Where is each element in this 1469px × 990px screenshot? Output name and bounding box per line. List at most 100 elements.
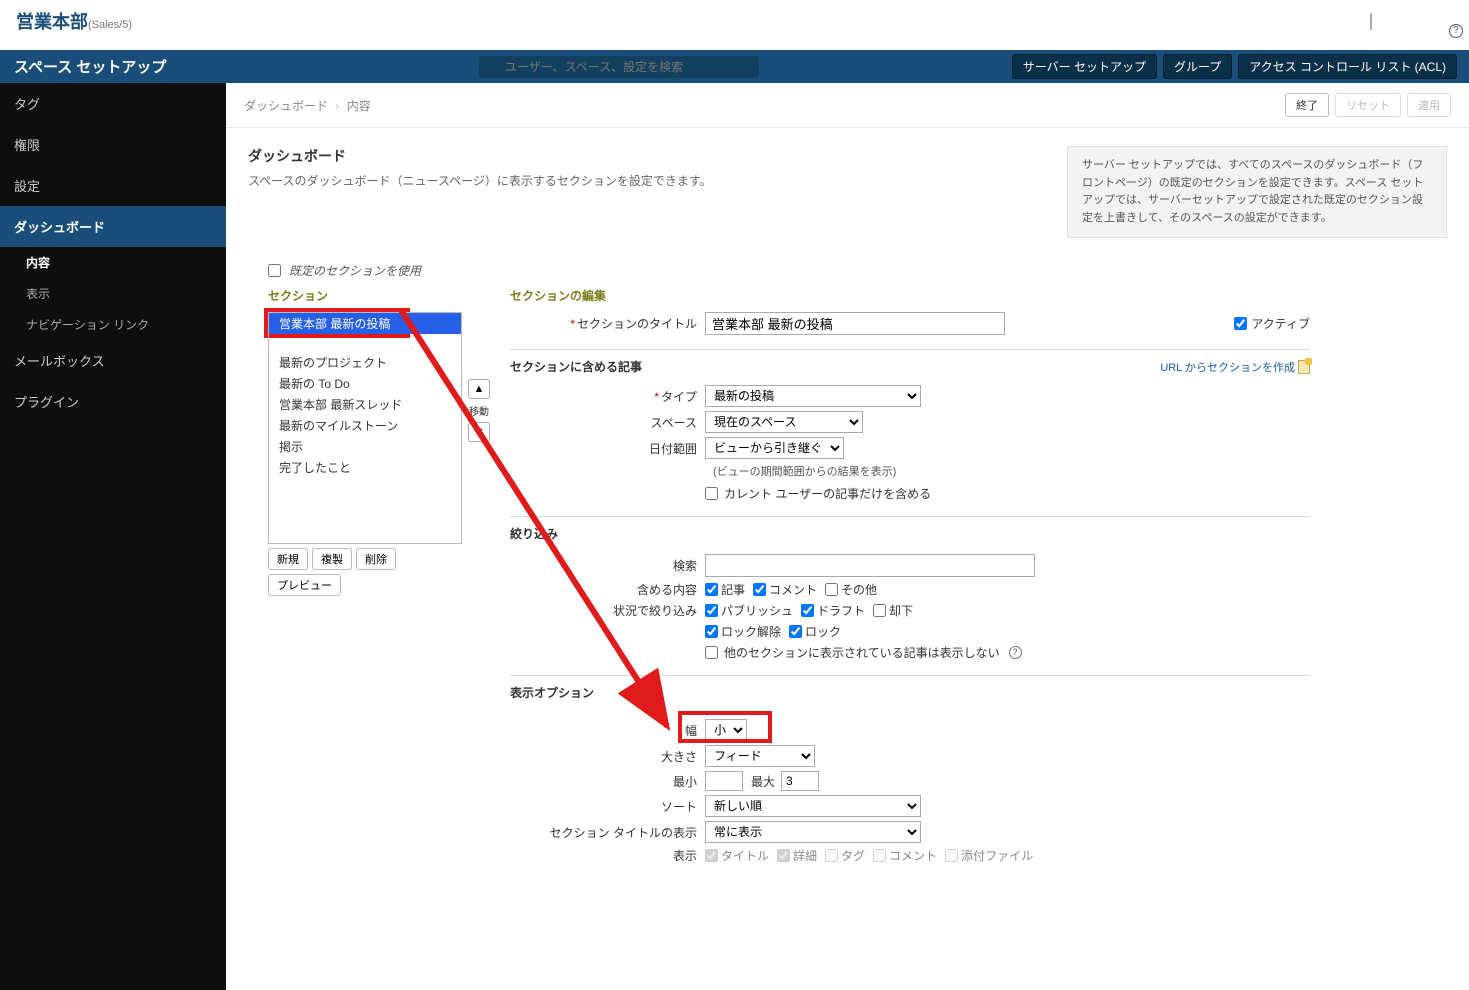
topbar: スペース セットアップ 🔍 サーバー セットアップ グループ アクセス コントロ… — [0, 50, 1469, 83]
sidebar-sub-display[interactable]: 表示 — [0, 278, 226, 309]
active-label: アクティブ — [1251, 315, 1310, 332]
status-locked-checkbox[interactable] — [789, 625, 802, 638]
sidebar-title: スペース セットアップ — [0, 56, 226, 77]
include-other-checkbox[interactable] — [825, 583, 838, 596]
sidebar-sub-contents[interactable]: 内容 — [0, 247, 226, 278]
exclude-other-sections-label: 他のセクションに表示されている記事は表示しない — [724, 644, 1000, 661]
display-label: 表示 — [510, 847, 705, 864]
filter-search-input[interactable] — [705, 554, 1035, 577]
breadcrumb: ダッシュボード › 内容 — [244, 97, 371, 114]
sidebar-item-dashboard[interactable]: ダッシュボード — [0, 206, 226, 247]
sections-header: セクション — [268, 287, 462, 304]
active-checkbox[interactable] — [1234, 317, 1247, 330]
include-articles-checkbox[interactable] — [705, 583, 718, 596]
page-icon — [1298, 360, 1310, 374]
sidebar-item-mailbox[interactable]: メールボックス — [0, 340, 226, 381]
filter-header: 絞り込み — [510, 525, 1310, 542]
sidebar: タグ 権限 設定 ダッシュボード 内容 表示 ナビゲーション リンク メールボッ… — [0, 83, 226, 990]
page-title: 営業本部(Sales/5) — [16, 8, 132, 34]
edit-header: セクションの編集 — [510, 287, 1310, 304]
include-label: 含める内容 — [510, 581, 705, 598]
type-select[interactable]: 最新の投稿 — [705, 385, 921, 407]
disp-comment-checkbox[interactable] — [873, 849, 886, 862]
status-reject-checkbox[interactable] — [873, 604, 886, 617]
breadcrumb-parent[interactable]: ダッシュボード — [244, 99, 328, 113]
space-label: スペース — [510, 414, 705, 431]
people-illustration — [1303, 8, 1453, 50]
breadcrumb-sep: › — [335, 99, 339, 113]
section-list-item[interactable]: 最新の To Do — [269, 373, 461, 394]
current-user-only-label: カレント ユーザーの記事だけを含める — [724, 485, 931, 502]
info-box: サーバー セットアップでは、すべてのスペースのダッシュボード（フロントページ）の… — [1067, 146, 1447, 238]
articles-header: セクションに含める記事 — [510, 358, 642, 375]
section-title-display-label: セクション タイトルの表示 — [510, 824, 705, 841]
acl-button[interactable]: アクセス コントロール リスト (ACL) — [1238, 54, 1457, 79]
section-list-item[interactable]: 営業本部 最新の投稿 — [269, 313, 461, 334]
section-list-item-hidden[interactable] — [269, 334, 461, 352]
disp-title-checkbox[interactable] — [705, 849, 718, 862]
section-list-item[interactable]: 最新のプロジェクト — [269, 352, 461, 373]
min-input[interactable] — [705, 771, 743, 791]
section-list[interactable]: 営業本部 最新の投稿 最新のプロジェクト 最新の To Do 営業本部 最新スレ… — [268, 312, 462, 544]
help-icon-inline[interactable]: ? — [1009, 646, 1022, 659]
preview-section-button[interactable]: プレビュー — [268, 574, 341, 596]
width-select[interactable]: 小 — [705, 719, 747, 741]
section-list-item[interactable]: 完了したこと — [269, 457, 461, 478]
breadcrumb-current: 内容 — [347, 99, 371, 113]
current-user-only-checkbox[interactable] — [705, 487, 718, 500]
delete-section-button[interactable]: 削除 — [356, 548, 396, 570]
sidebar-sub-navlinks[interactable]: ナビゲーション リンク — [0, 309, 226, 340]
help-icon[interactable]: ? — [1449, 24, 1463, 38]
search-label: 検索 — [510, 557, 705, 574]
server-setup-button[interactable]: サーバー セットアップ — [1012, 54, 1157, 79]
use-default-label: 既定のセクションを使用 — [289, 262, 421, 279]
search-input[interactable] — [479, 56, 759, 78]
exit-button[interactable]: 終了 — [1285, 93, 1329, 117]
sort-label: ソート — [510, 798, 705, 815]
page-title-main: 営業本部 — [16, 12, 88, 32]
disp-tag-checkbox[interactable] — [825, 849, 838, 862]
sort-select[interactable]: 新しい順 — [705, 795, 921, 817]
disp-detail-checkbox[interactable] — [777, 849, 790, 862]
section-title-label: セクションのタイトル — [577, 317, 697, 331]
display-options-header: 表示オプション — [510, 684, 1310, 701]
create-from-url-link[interactable]: URL からセクションを作成 — [1160, 359, 1310, 375]
use-default-checkbox[interactable] — [268, 264, 281, 277]
sidebar-item-plugin[interactable]: プラグイン — [0, 381, 226, 422]
section-list-item[interactable]: 掲示 — [269, 436, 461, 457]
sidebar-item-permissions[interactable]: 権限 — [0, 124, 226, 165]
section-title-input[interactable] — [705, 312, 1005, 335]
section-list-item[interactable]: 営業本部 最新スレッド — [269, 394, 461, 415]
move-down-button[interactable]: ▼ — [468, 422, 490, 442]
duplicate-section-button[interactable]: 複製 — [312, 548, 352, 570]
section-title-display-select[interactable]: 常に表示 — [705, 821, 921, 843]
disp-attachment-checkbox[interactable] — [945, 849, 958, 862]
move-up-button[interactable]: ▲ — [468, 379, 490, 399]
space-select[interactable]: 現在のスペース — [705, 411, 863, 433]
daterange-hint: (ビューの期間範囲からの結果を表示) — [713, 463, 1310, 479]
main-title: ダッシュボード — [248, 146, 1043, 166]
reset-button[interactable]: リセット — [1335, 93, 1401, 117]
width-label: 幅 — [510, 722, 705, 739]
type-label: タイプ — [661, 390, 697, 404]
sidebar-item-settings[interactable]: 設定 — [0, 165, 226, 206]
exclude-other-sections-checkbox[interactable] — [705, 646, 718, 659]
group-button[interactable]: グループ — [1163, 54, 1232, 79]
sidebar-item-tag[interactable]: タグ — [0, 83, 226, 124]
size-select[interactable]: フィード — [705, 745, 815, 767]
include-comments-checkbox[interactable] — [753, 583, 766, 596]
section-list-item[interactable]: 最新のマイルストーン — [269, 415, 461, 436]
status-unlocked-checkbox[interactable] — [705, 625, 718, 638]
size-label: 大きさ — [510, 748, 705, 765]
page-title-sub: (Sales/5) — [88, 19, 132, 31]
move-label: 移動 — [468, 403, 490, 418]
status-publish-checkbox[interactable] — [705, 604, 718, 617]
daterange-select[interactable]: ビューから引き継ぐ — [705, 437, 844, 459]
main-desc: スペースのダッシュボード（ニュースページ）に表示するセクションを設定できます。 — [248, 172, 1043, 189]
status-filter-label: 状況で絞り込み — [510, 602, 705, 619]
max-input[interactable] — [781, 771, 819, 791]
apply-button[interactable]: 適用 — [1407, 93, 1451, 117]
min-label: 最小 — [510, 773, 705, 790]
new-section-button[interactable]: 新規 — [268, 548, 308, 570]
status-draft-checkbox[interactable] — [801, 604, 814, 617]
